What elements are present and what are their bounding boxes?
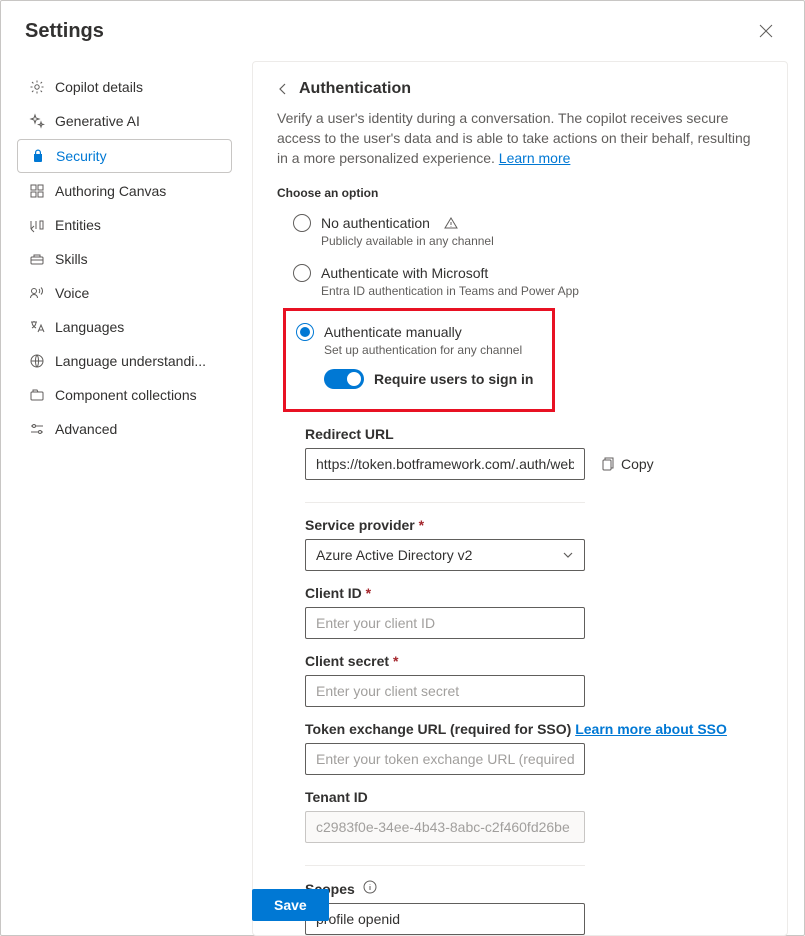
- sidebar-item-copilot-details[interactable]: Copilot details: [17, 71, 232, 103]
- grid-icon: [29, 183, 45, 199]
- scopes-label: Scopes: [305, 880, 757, 897]
- sidebar-item-language-understanding[interactable]: Language understandi...: [17, 345, 232, 377]
- toolbox-icon: [29, 251, 45, 267]
- scopes-input[interactable]: [305, 903, 585, 935]
- sliders-icon: [29, 421, 45, 437]
- main-panel: Authentication Verify a user's identity …: [252, 61, 788, 936]
- service-provider-select[interactable]: Azure Active Directory v2: [305, 539, 585, 571]
- radio-no-authentication[interactable]: No authentication: [293, 214, 757, 232]
- gear-icon: [29, 79, 45, 95]
- sidebar-item-label: Voice: [55, 285, 89, 301]
- sidebar-item-label: Language understandi...: [55, 353, 206, 369]
- sidebar-item-component-collections[interactable]: Component collections: [17, 379, 232, 411]
- lock-icon: [30, 148, 46, 164]
- tenant-id-label: Tenant ID: [305, 789, 757, 805]
- client-secret-label: Client secret *: [305, 653, 757, 669]
- sidebar-item-label: Copilot details: [55, 79, 143, 95]
- copy-label: Copy: [621, 456, 654, 472]
- sidebar-item-security[interactable]: Security: [17, 139, 232, 173]
- sidebar-item-label: Authoring Canvas: [55, 183, 166, 199]
- token-exchange-url-label: Token exchange URL (required for SSO) Le…: [305, 721, 757, 737]
- collections-icon: [29, 387, 45, 403]
- client-secret-input[interactable]: [305, 675, 585, 707]
- globe-icon: [29, 353, 45, 369]
- back-button[interactable]: [277, 82, 289, 96]
- sparkle-icon: [29, 113, 45, 129]
- learn-more-sso-link[interactable]: Learn more about SSO: [575, 721, 727, 737]
- entities-icon: [29, 217, 45, 233]
- sidebar-item-generative-ai[interactable]: Generative AI: [17, 105, 232, 137]
- sidebar-item-label: Advanced: [55, 421, 117, 437]
- sidebar-item-label: Languages: [55, 319, 124, 335]
- sidebar-item-label: Entities: [55, 217, 101, 233]
- radio-sublabel: Publicly available in any channel: [321, 234, 757, 248]
- info-icon[interactable]: [363, 880, 377, 894]
- service-provider-label: Service provider *: [305, 517, 757, 533]
- save-button[interactable]: Save: [252, 889, 329, 921]
- page-title: Settings: [25, 20, 104, 43]
- radio-sublabel: Entra ID authentication in Teams and Pow…: [321, 284, 757, 298]
- radio-label: Authenticate manually: [324, 324, 462, 340]
- radio-authenticate-manually[interactable]: Authenticate manually: [296, 323, 542, 341]
- close-icon: [759, 24, 773, 38]
- radio-sublabel: Set up authentication for any channel: [324, 343, 542, 357]
- copy-button[interactable]: Copy: [599, 456, 654, 472]
- redirect-url-label: Redirect URL: [305, 426, 757, 442]
- sidebar-item-entities[interactable]: Entities: [17, 209, 232, 241]
- sidebar-item-label: Security: [56, 148, 107, 164]
- select-value: Azure Active Directory v2: [316, 547, 472, 563]
- voice-icon: [29, 285, 45, 301]
- tenant-id-input: [305, 811, 585, 843]
- sidebar-item-skills[interactable]: Skills: [17, 243, 232, 275]
- choose-option-label: Choose an option: [277, 186, 757, 200]
- section-description: Verify a user's identity during a conver…: [277, 108, 757, 168]
- radio-icon: [296, 323, 314, 341]
- sidebar-item-label: Skills: [55, 251, 88, 267]
- sidebar-item-authoring-canvas[interactable]: Authoring Canvas: [17, 175, 232, 207]
- redirect-url-input[interactable]: [305, 448, 585, 480]
- sidebar-item-advanced[interactable]: Advanced: [17, 413, 232, 445]
- toggle-label: Require users to sign in: [374, 371, 533, 387]
- section-title: Authentication: [299, 80, 411, 98]
- radio-icon: [293, 264, 311, 282]
- require-signin-toggle[interactable]: [324, 369, 364, 389]
- chevron-down-icon: [562, 549, 574, 561]
- client-id-label: Client ID *: [305, 585, 757, 601]
- radio-authenticate-microsoft[interactable]: Authenticate with Microsoft: [293, 264, 757, 282]
- separator: [305, 502, 585, 503]
- highlight-box: Authenticate manually Set up authenticat…: [283, 308, 555, 412]
- radio-label: Authenticate with Microsoft: [321, 265, 488, 281]
- languages-icon: [29, 319, 45, 335]
- sidebar-item-label: Generative AI: [55, 113, 140, 129]
- sidebar-item-languages[interactable]: Languages: [17, 311, 232, 343]
- client-id-input[interactable]: [305, 607, 585, 639]
- copy-icon: [599, 456, 615, 472]
- token-exchange-url-input[interactable]: [305, 743, 585, 775]
- radio-icon: [293, 214, 311, 232]
- sidebar-item-label: Component collections: [55, 387, 197, 403]
- sidebar-item-voice[interactable]: Voice: [17, 277, 232, 309]
- warning-icon: [444, 216, 458, 230]
- close-button[interactable]: [752, 17, 780, 45]
- learn-more-link[interactable]: Learn more: [499, 150, 571, 166]
- sidebar: Copilot details Generative AI Security A…: [17, 61, 232, 936]
- chevron-left-icon: [277, 82, 289, 96]
- separator: [305, 865, 585, 866]
- radio-label: No authentication: [321, 215, 430, 231]
